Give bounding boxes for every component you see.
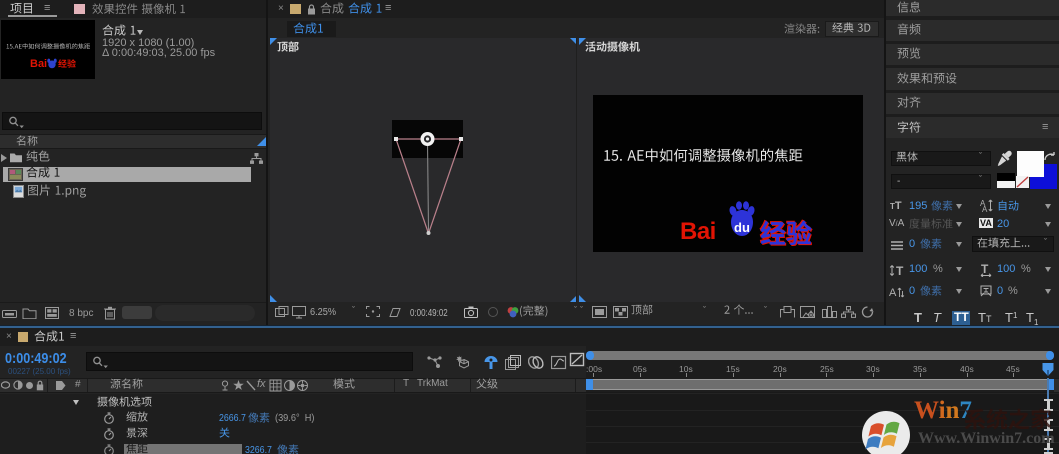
svg-text:A: A (889, 287, 897, 299)
svg-text:T: T (896, 264, 904, 277)
svg-text:A: A (982, 205, 988, 213)
svg-text:du: du (734, 220, 750, 235)
